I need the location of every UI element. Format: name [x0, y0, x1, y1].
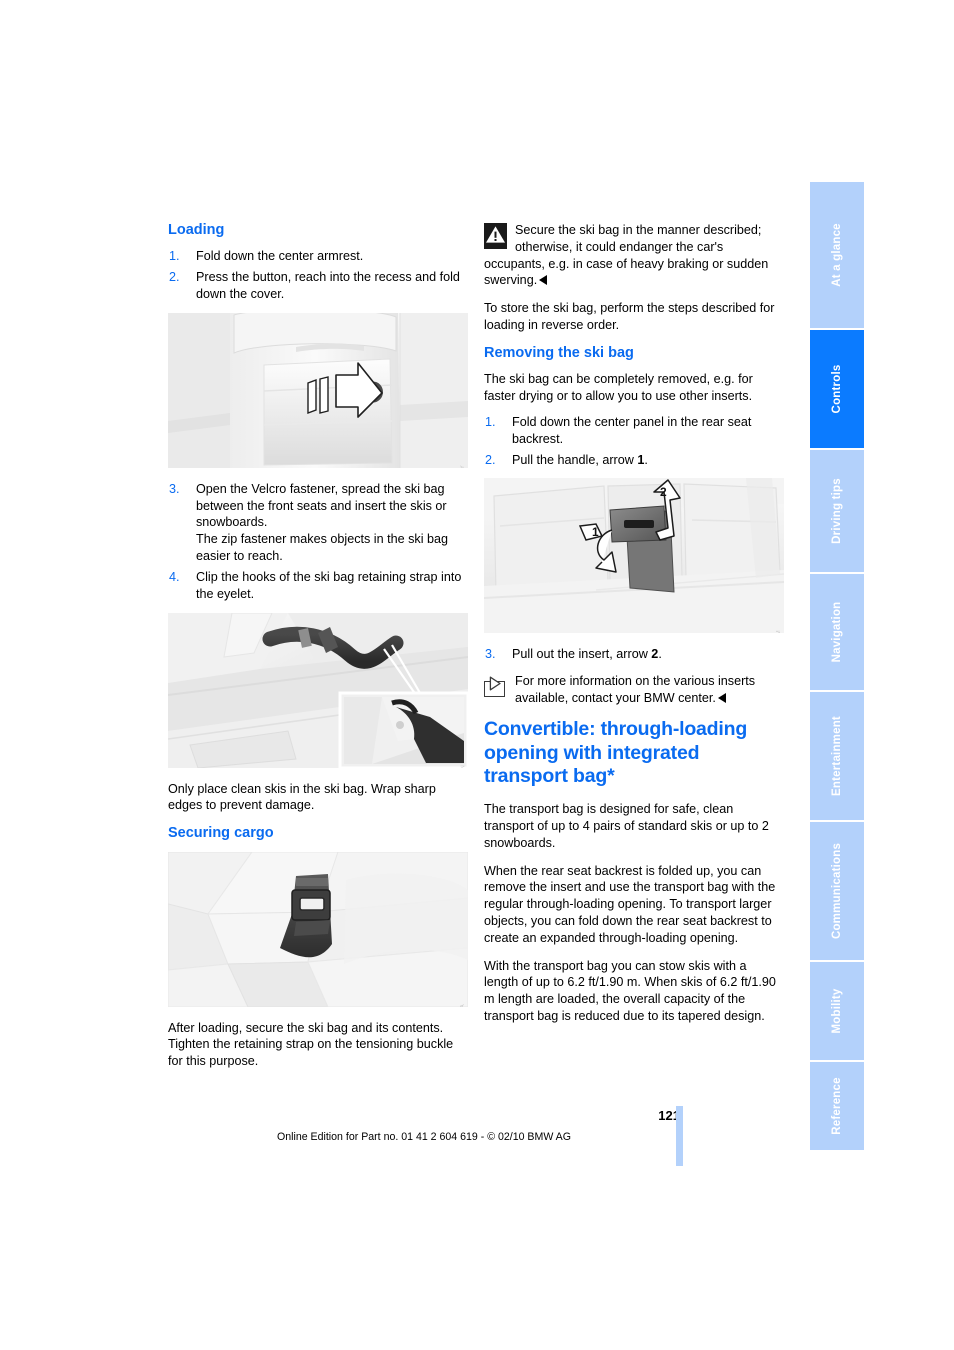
step-text-suffix: .: [644, 452, 648, 467]
step-number: 2.: [169, 270, 180, 285]
chapter-tab-entertainment[interactable]: Entertainment: [810, 692, 864, 822]
step-number: 1.: [169, 249, 180, 264]
removing-steps: 1. Fold down the center panel in the rea…: [484, 414, 784, 468]
list-item: 1. Fold down the center panel in the rea…: [484, 414, 784, 448]
chapter-tab-mobility[interactable]: Mobility: [810, 962, 864, 1062]
chapter-tab-label: Communications: [831, 842, 843, 940]
loading-steps: 1. Fold down the center armrest. 2. Pres…: [168, 248, 468, 302]
tensioning-buckle-illustration: [168, 851, 468, 1007]
rear-seat-illustration: 1 2: [484, 478, 784, 634]
heading-securing-cargo: Securing cargo: [168, 825, 274, 842]
step-number: 4.: [169, 569, 180, 584]
step-number: 3.: [169, 481, 180, 496]
chapter-tab-reference[interactable]: Reference: [810, 1062, 864, 1150]
step-text-suffix: .: [658, 647, 662, 662]
chapter-tab-label: Driving tips: [831, 478, 843, 544]
left-column: Loading 1. Fold down the center armrest.…: [168, 222, 468, 1081]
step-number: 3.: [485, 647, 496, 662]
after-loading-text: After loading, secure the ski bag and it…: [168, 1020, 454, 1069]
chapter-tab-driving-tips[interactable]: Driving tips: [810, 450, 864, 574]
removing-step-3: 3. Pull out the insert, arrow 2.: [484, 646, 784, 663]
list-item: 3. Pull out the insert, arrow 2.: [484, 646, 784, 663]
heading-loading: Loading: [168, 222, 225, 238]
step-text: Open the Velcro fastener, spread the ski…: [196, 481, 449, 564]
step-text: Pull out the insert, arrow: [512, 647, 652, 662]
figure-rear-seat-insert: 1 2 WKFIBI-ZRJHM: [484, 478, 784, 634]
list-item: 4. Clip the hooks of the ski bag retaini…: [168, 569, 468, 603]
chapter-tab-label: Reference: [831, 1077, 843, 1135]
info-triangle-icon: [484, 674, 507, 698]
chapter-tab-label: Entertainment: [831, 716, 843, 796]
list-item: 2. Press the button, reach into the rece…: [168, 269, 468, 303]
right-column: Secure the ski bag in the manner describ…: [484, 222, 784, 1036]
transport-bag-paragraph-1: The transport bag is designed for safe, …: [484, 802, 769, 850]
svg-text:1: 1: [592, 525, 599, 539]
step-text: Fold down the center panel in the rear s…: [512, 414, 752, 446]
end-of-note-marker: [717, 692, 726, 703]
warning-note: Secure the ski bag in the manner describ…: [484, 222, 784, 289]
warning-triangle-icon: [484, 223, 507, 249]
figure-code: WKFIBI-JIPJCJN: [460, 765, 466, 768]
list-item: 2. Pull the handle, arrow 1.: [484, 452, 784, 469]
end-of-note-marker: [539, 275, 548, 286]
warning-note-text: Secure the ski bag in the manner describ…: [484, 223, 769, 288]
chapter-tab-communications[interactable]: Communications: [810, 822, 864, 962]
figure-tensioning-buckle: WKF-HIHDRIBJA: [168, 851, 468, 1007]
figure-code: WKFIBI-ZRJHM: [776, 630, 782, 633]
chapter-heading: Convertible: through-loading opening wit…: [484, 717, 748, 788]
chapter-tab-controls[interactable]: Controls: [810, 330, 864, 450]
page-number: 121: [658, 1108, 680, 1123]
chapter-tab-label: Controls: [831, 364, 843, 414]
transport-bag-paragraph-2: When the rear seat backrest is folded up…: [484, 863, 776, 945]
chapter-tab-label: Mobility: [831, 988, 843, 1034]
step-number: 1.: [485, 414, 496, 429]
info-note: For more information on the various inse…: [484, 673, 784, 707]
transport-bag-paragraph-3: With the transport bag you can stow skis…: [484, 958, 776, 1024]
list-item: 1. Fold down the center armrest.: [168, 248, 468, 265]
step-text: Press the button, reach into the recess …: [196, 270, 460, 302]
list-item: 3. Open the Velcro fastener, spread the …: [168, 481, 468, 565]
step-text: Pull the handle, arrow: [512, 452, 638, 467]
footer-accent-bar: [676, 1106, 683, 1166]
svg-text:2: 2: [660, 485, 667, 499]
figure-armrest-button: WK1TH-PIX-ZXMY: [168, 312, 468, 468]
chapter-tab-label: Navigation: [831, 601, 843, 663]
heading-removing-ski-bag: Removing the ski bag: [484, 344, 634, 361]
chapter-tab-label: At a glance: [831, 223, 843, 287]
loading-steps-continued: 3. Open the Velcro fastener, spread the …: [168, 481, 468, 603]
chapter-tab-navigation[interactable]: Navigation: [810, 574, 864, 692]
step-text: Clip the hooks of the ski bag retaining …: [196, 569, 462, 601]
figure-code: WK1TH-PIX-ZXMY: [460, 465, 466, 468]
step-text: Fold down the center armrest.: [196, 249, 364, 264]
figure-retaining-strap: WKFIBI-JIPJCJN: [168, 612, 468, 768]
armrest-illustration: [168, 312, 468, 468]
chapter-tab-strip: At a glance Controls Driving tips Navigatio…: [810, 182, 864, 1150]
retaining-strap-illustration: [168, 612, 468, 768]
store-ski-bag-text: To store the ski bag, perform the steps …: [484, 301, 775, 333]
manual-page: At a glance Controls Driving tips Navigatio…: [0, 0, 954, 1350]
figure-code: WKF-HIHDRIBJA: [460, 1004, 466, 1007]
step-number: 2.: [485, 452, 496, 467]
footer-edition-text: Online Edition for Part no. 01 41 2 604 …: [276, 1131, 571, 1143]
removing-intro: The ski bag can be completely removed, e…: [484, 372, 753, 404]
note-clean-skis: Only place clean skis in the ski bag. Wr…: [168, 781, 436, 813]
chapter-tab-at-a-glance[interactable]: At a glance: [810, 182, 864, 330]
